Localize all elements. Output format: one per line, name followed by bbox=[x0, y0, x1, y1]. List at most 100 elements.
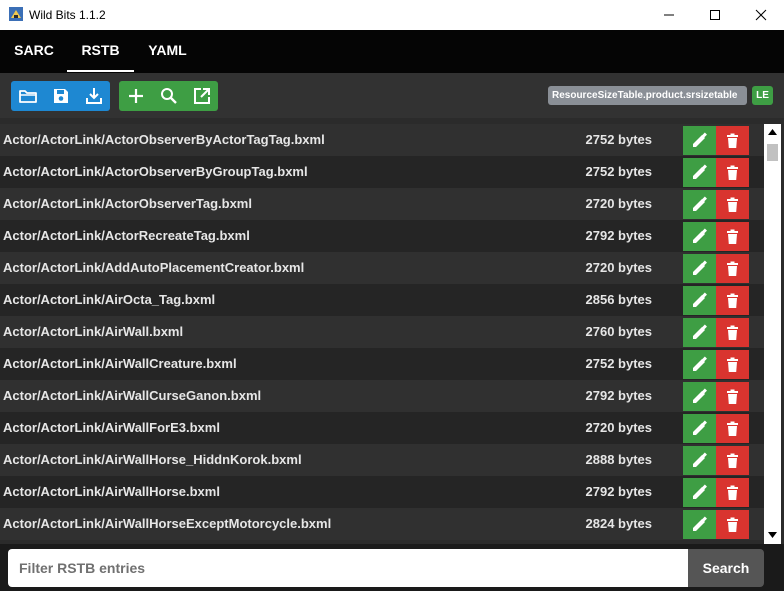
delete-entry-button[interactable] bbox=[716, 286, 749, 315]
maximize-icon bbox=[710, 10, 720, 20]
entry-size: 2760 bytes bbox=[585, 324, 653, 339]
delete-entry-button[interactable] bbox=[716, 126, 749, 155]
tab-yaml[interactable]: YAML bbox=[140, 42, 195, 62]
table-row[interactable]: Actor/ActorLink/AirOcta_Tag.bxml 2856 byt… bbox=[0, 284, 764, 316]
table-row[interactable]: Actor/ActorLink/AirWallForE3.bxml 2720 by… bbox=[0, 412, 764, 444]
pencil-icon bbox=[693, 484, 707, 499]
edit-entry-button[interactable] bbox=[683, 446, 716, 475]
edit-entry-button[interactable] bbox=[683, 510, 716, 539]
table-row[interactable]: Actor/ActorLink/AirWallHorse.bxml 2792 by… bbox=[0, 476, 764, 508]
trash-icon bbox=[727, 229, 738, 244]
tab-sarc[interactable]: SARC bbox=[8, 42, 60, 62]
pencil-icon bbox=[693, 516, 707, 531]
delete-entry-button[interactable] bbox=[716, 158, 749, 187]
save-button[interactable] bbox=[44, 81, 77, 111]
table-row[interactable]: Actor/ActorLink/AirWallHorseExceptMotorc… bbox=[0, 508, 764, 540]
edit-entry-button[interactable] bbox=[683, 318, 716, 347]
entry-name: Actor/ActorLink/ActorObserverTag.bxml bbox=[3, 196, 252, 211]
pencil-icon bbox=[693, 164, 707, 179]
trash-icon bbox=[727, 261, 738, 276]
edit-entry-button[interactable] bbox=[683, 286, 716, 315]
entry-size: 2888 bytes bbox=[585, 452, 653, 467]
pencil-icon bbox=[693, 196, 707, 211]
export-button[interactable] bbox=[185, 81, 218, 111]
table-row[interactable]: Actor/ActorLink/ActorObserverTag.bxml 272… bbox=[0, 188, 764, 220]
entry-size: 2856 bytes bbox=[585, 292, 653, 307]
edit-entry-button[interactable] bbox=[683, 222, 716, 251]
trash-icon bbox=[727, 293, 738, 308]
delete-entry-button[interactable] bbox=[716, 510, 749, 539]
pencil-icon bbox=[693, 420, 707, 435]
entry-size: 2752 bytes bbox=[585, 356, 653, 371]
maximize-button[interactable] bbox=[692, 0, 738, 30]
trash-icon bbox=[727, 197, 738, 212]
table-row[interactable]: Actor/ActorLink/AirWallHorse_HiddnKorok.… bbox=[0, 444, 764, 476]
trash-icon bbox=[727, 517, 738, 532]
delete-entry-button[interactable] bbox=[716, 350, 749, 379]
file-button-group bbox=[11, 81, 110, 111]
add-entry-button[interactable] bbox=[119, 81, 152, 111]
toolbar: ResourceSizeTable.product.srsizetable LE bbox=[0, 73, 784, 118]
edit-entry-button[interactable] bbox=[683, 478, 716, 507]
pencil-icon bbox=[693, 324, 707, 339]
filter-bar: Search bbox=[0, 544, 784, 591]
entry-size: 2824 bytes bbox=[585, 516, 653, 531]
app-icon bbox=[9, 7, 23, 21]
entry-name: Actor/ActorLink/ActorObserverByGroupTag.… bbox=[3, 164, 308, 179]
delete-entry-button[interactable] bbox=[716, 478, 749, 507]
minimize-button[interactable] bbox=[646, 0, 692, 30]
entry-name: Actor/ActorLink/AddAutoPlacementCreator.… bbox=[3, 260, 305, 275]
open-button[interactable] bbox=[11, 81, 44, 111]
trash-icon bbox=[727, 165, 738, 180]
table-row[interactable]: Actor/ActorLink/AirWallCurseGanon.bxml 27… bbox=[0, 380, 764, 412]
delete-entry-button[interactable] bbox=[716, 382, 749, 411]
delete-entry-button[interactable] bbox=[716, 190, 749, 219]
rstb-entry-list: Actor/ActorLink/ActorObserverByActorTagT… bbox=[0, 124, 764, 544]
edit-entry-button[interactable] bbox=[683, 382, 716, 411]
delete-entry-button[interactable] bbox=[716, 254, 749, 283]
entry-size: 2792 bytes bbox=[585, 228, 653, 243]
delete-entry-button[interactable] bbox=[716, 222, 749, 251]
scrollbar[interactable] bbox=[764, 124, 781, 544]
table-row[interactable]: Actor/ActorLink/ActorObserverByActorTagT… bbox=[0, 124, 764, 156]
entry-size: 2752 bytes bbox=[585, 132, 653, 147]
table-row[interactable]: Actor/ActorLink/AddAutoPlacementCreator.… bbox=[0, 252, 764, 284]
scroll-up-icon[interactable] bbox=[768, 129, 777, 135]
edit-button-group bbox=[119, 81, 218, 111]
download-icon bbox=[86, 88, 102, 104]
delete-entry-button[interactable] bbox=[716, 414, 749, 443]
table-row[interactable]: Actor/ActorLink/ActorObserverByGroupTag.… bbox=[0, 156, 764, 188]
entry-name: Actor/ActorLink/AirWallHorse_HiddnKorok.… bbox=[3, 452, 302, 467]
entry-name: Actor/ActorLink/AirWallCurseGanon.bxml bbox=[3, 388, 262, 403]
scroll-down-icon[interactable] bbox=[768, 532, 777, 538]
table-row[interactable]: Actor/ActorLink/ActorRecreateTag.bxml 279… bbox=[0, 220, 764, 252]
trash-icon bbox=[727, 133, 738, 148]
delete-entry-button[interactable] bbox=[716, 318, 749, 347]
entry-name: Actor/ActorLink/ActorObserverByActorTagT… bbox=[3, 132, 325, 147]
table-row[interactable]: Actor/ActorLink/AirWallCreature.bxml 2752… bbox=[0, 348, 764, 380]
save-as-button[interactable] bbox=[77, 81, 110, 111]
edit-entry-button[interactable] bbox=[683, 254, 716, 283]
pencil-icon bbox=[693, 292, 707, 307]
folder-icon bbox=[19, 90, 37, 103]
scroll-thumb[interactable] bbox=[767, 144, 778, 161]
edit-entry-button[interactable] bbox=[683, 126, 716, 155]
close-button[interactable] bbox=[738, 0, 784, 30]
edit-entry-button[interactable] bbox=[683, 190, 716, 219]
pencil-icon bbox=[693, 132, 707, 147]
filter-input[interactable] bbox=[8, 549, 688, 587]
entry-name: Actor/ActorLink/AirWallHorseExceptMotorc… bbox=[3, 516, 332, 531]
search-entry-button[interactable] bbox=[152, 81, 185, 111]
edit-entry-button[interactable] bbox=[683, 414, 716, 443]
edit-entry-button[interactable] bbox=[683, 158, 716, 187]
search-button[interactable]: Search bbox=[688, 549, 764, 587]
tab-rstb[interactable]: RSTB bbox=[67, 42, 134, 62]
open-external-icon bbox=[194, 88, 210, 104]
table-row[interactable]: Actor/ActorLink/AirWall.bxml 2760 bytes bbox=[0, 316, 764, 348]
pencil-icon bbox=[693, 452, 707, 467]
edit-entry-button[interactable] bbox=[683, 350, 716, 379]
entry-name: Actor/ActorLink/ActorRecreateTag.bxml bbox=[3, 228, 250, 243]
endian-badge: LE bbox=[752, 86, 773, 105]
open-file-name: ResourceSizeTable.product.srsizetable bbox=[548, 86, 747, 105]
delete-entry-button[interactable] bbox=[716, 446, 749, 475]
